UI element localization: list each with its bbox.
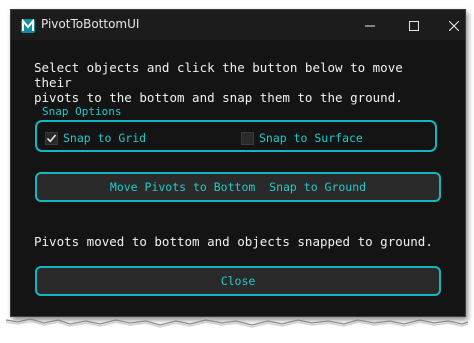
tool-window: PivotToBottomUI Select objects and click…	[10, 9, 466, 317]
maximize-button[interactable]	[392, 10, 436, 40]
minimize-icon	[365, 16, 375, 35]
status-text: Pivots moved to bottom and objects snapp…	[34, 234, 433, 249]
maximize-icon	[409, 16, 419, 35]
snap-to-grid-checkbox[interactable]: Snap to Grid	[45, 131, 146, 145]
minimize-button[interactable]	[348, 10, 392, 40]
torn-paper-edge	[5, 318, 469, 328]
close-window-button[interactable]	[432, 10, 474, 40]
checkbox-unchecked[interactable]	[241, 131, 254, 145]
window-title: PivotToBottomUI	[41, 17, 140, 31]
snap-to-surface-label: Snap to Surface	[259, 131, 363, 145]
close-button[interactable]: Close	[35, 266, 441, 296]
maya-icon	[21, 18, 35, 33]
checkmark-icon	[46, 133, 57, 142]
window-content: Select objects and click the button belo…	[11, 40, 465, 316]
snap-to-grid-label: Snap to Grid	[63, 131, 147, 145]
snap-options-group: Snap to Grid Snap to Surface	[35, 120, 437, 152]
instructions-text: Select objects and click the button belo…	[34, 60, 403, 105]
snap-to-surface-checkbox[interactable]: Snap to Surface	[241, 131, 363, 145]
checkbox-checked[interactable]	[45, 131, 58, 145]
move-pivots-button[interactable]: Move Pivots to Bottom Snap to Ground	[35, 172, 441, 202]
snap-options-label: Snap Options	[42, 105, 122, 118]
close-icon	[448, 16, 460, 35]
title-bar[interactable]: PivotToBottomUI	[11, 10, 465, 40]
